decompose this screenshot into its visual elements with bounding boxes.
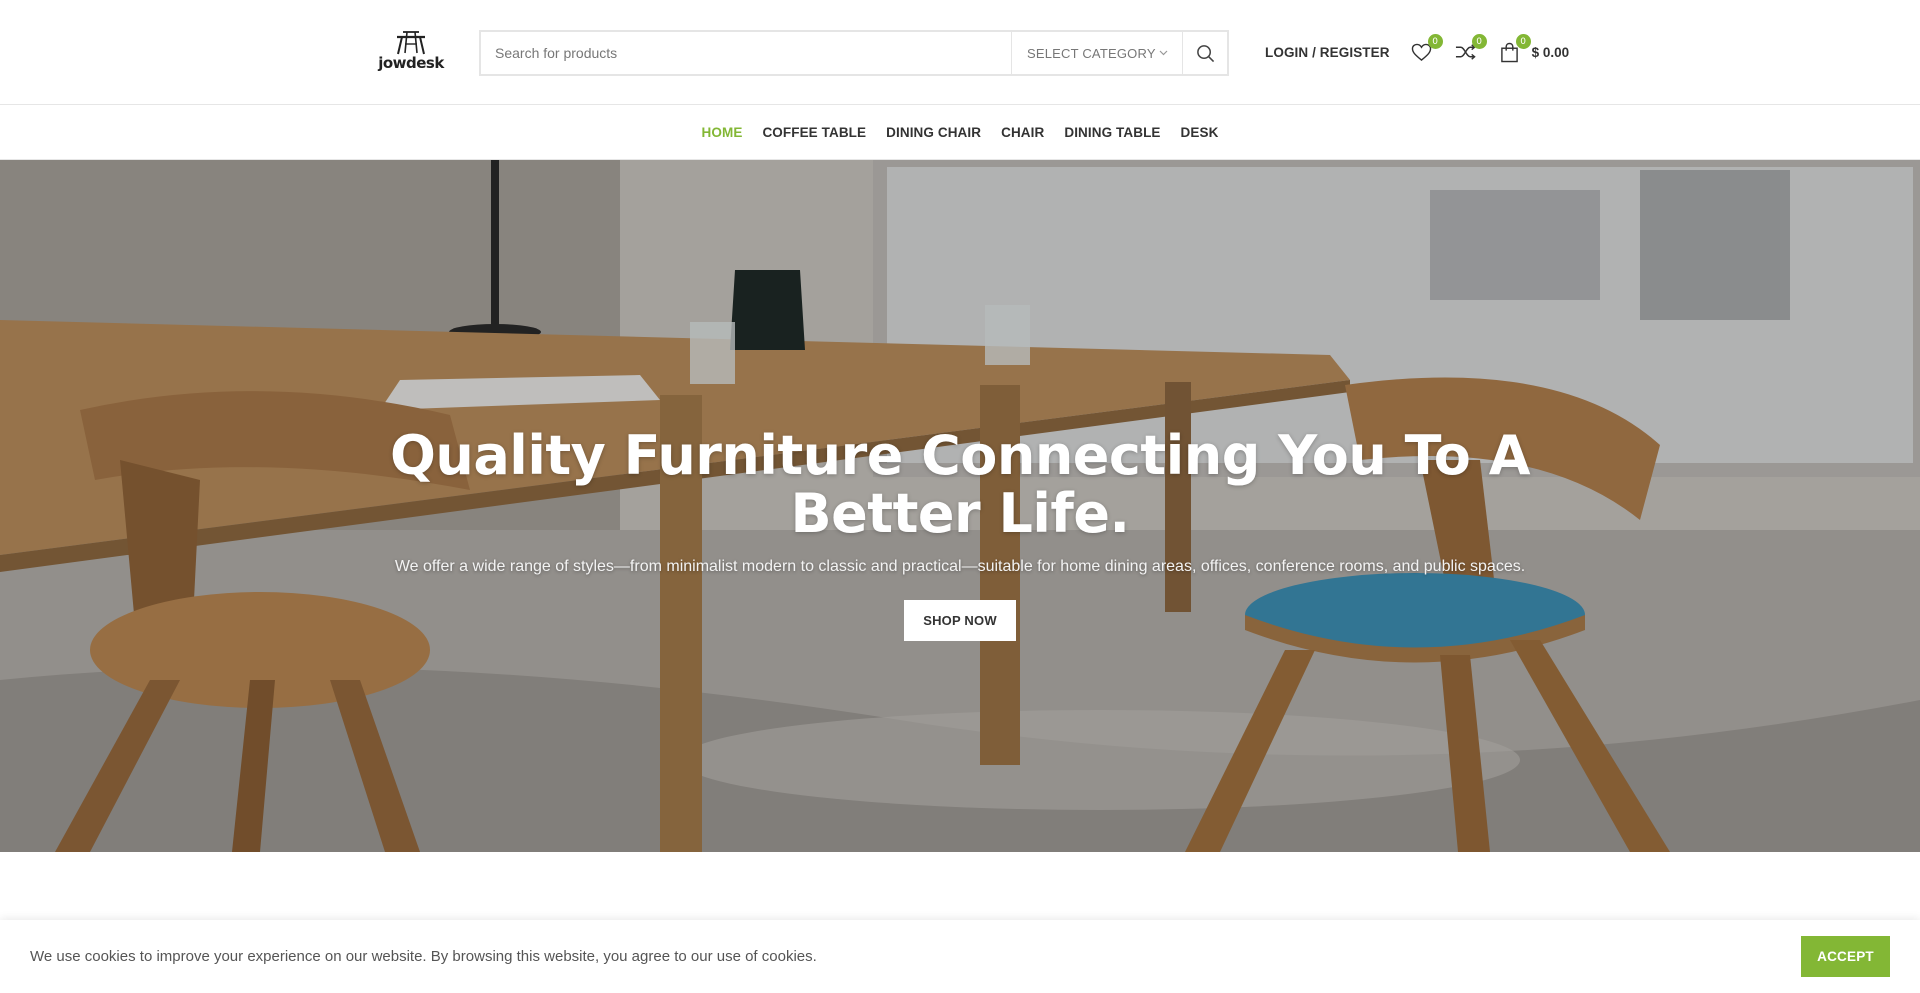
site-header: jowdesk SELECT CATEGORY LOGIN / REGISTER…: [0, 0, 1920, 105]
header-tools: LOGIN / REGISTER 0 0 0 $ 0.00: [1265, 34, 1570, 68]
cookie-notice: We use cookies to improve your experienc…: [0, 920, 1920, 993]
hero-banner: Quality Furniture Connecting You To A Be…: [0, 160, 1920, 852]
hero-title: Quality Furniture Connecting You To A Be…: [390, 424, 1530, 545]
nav-item-dining-chair[interactable]: DINING CHAIR: [886, 125, 981, 140]
login-register-link[interactable]: LOGIN / REGISTER: [1265, 45, 1390, 60]
nav-item-dining-table[interactable]: DINING TABLE: [1064, 125, 1160, 140]
nav-item-home[interactable]: HOME: [702, 125, 743, 140]
cart-total: $ 0.00: [1531, 44, 1570, 60]
logo-icon: [397, 31, 425, 55]
cart-count-badge: 0: [1515, 34, 1531, 49]
nav-item-desk[interactable]: DESK: [1181, 125, 1219, 140]
chevron-down-icon: [1159, 48, 1168, 59]
search-bar: SELECT CATEGORY: [479, 30, 1229, 76]
hero-subtitle: We offer a wide range of styles—from min…: [394, 558, 1526, 575]
nav-item-chair[interactable]: CHAIR: [1001, 125, 1044, 140]
hero-content: Quality Furniture Connecting You To A Be…: [0, 160, 1920, 852]
compare-button[interactable]: 0: [1454, 34, 1487, 64]
accept-cookies-button[interactable]: ACCEPT: [1801, 936, 1890, 977]
cookie-notice-text: We use cookies to improve your experienc…: [30, 948, 817, 965]
main-nav: HOME COFFEE TABLE DINING CHAIR CHAIR DIN…: [0, 106, 1920, 160]
search-icon: [1196, 44, 1214, 62]
search-button[interactable]: [1182, 32, 1227, 74]
cart-icon-wrap[interactable]: 0: [1498, 34, 1531, 64]
category-select[interactable]: SELECT CATEGORY: [1011, 32, 1182, 74]
compare-count-badge: 0: [1471, 34, 1487, 49]
wishlist-count-badge: 0: [1427, 34, 1443, 49]
cart-button[interactable]: 0 $ 0.00: [1498, 34, 1570, 64]
nav-item-coffee-table[interactable]: COFFEE TABLE: [762, 125, 866, 140]
category-select-label: SELECT CATEGORY: [1027, 45, 1156, 61]
search-input[interactable]: [481, 32, 1011, 74]
shop-now-button[interactable]: SHOP NOW: [904, 600, 1016, 641]
logo-text: jowdesk: [378, 54, 444, 72]
wishlist-button[interactable]: 0: [1410, 34, 1443, 64]
logo[interactable]: jowdesk: [378, 29, 444, 75]
